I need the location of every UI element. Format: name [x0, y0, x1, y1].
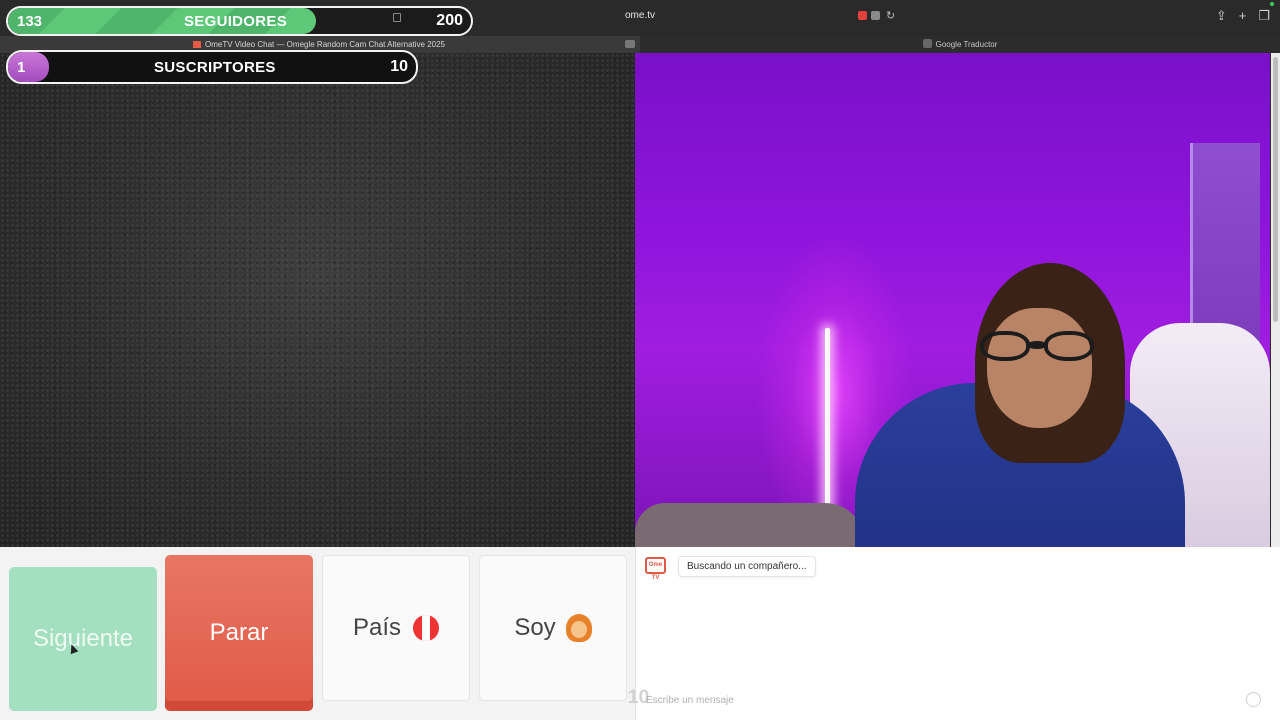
chat-controls: Siguiente Parar País Soy [0, 547, 635, 720]
emoji-face [570, 621, 587, 638]
stop-button[interactable]: Parar [165, 555, 313, 711]
glasses [980, 331, 1098, 361]
address-bar[interactable]: ome.tv [560, 10, 720, 21]
gender-button[interactable]: Soy [479, 555, 627, 701]
smile-icon[interactable] [1246, 692, 1261, 707]
status-message: Buscando un compañero... [678, 556, 816, 577]
message-input[interactable] [646, 691, 1226, 709]
followers-counter: 133 SEGUIDORES 200 [6, 6, 473, 36]
glasses-lens-right [1044, 331, 1094, 361]
glasses-lens-left [980, 331, 1030, 361]
tab-google-translate-title: Google Traductor [935, 40, 998, 49]
subscribers-current: 1 [17, 58, 26, 76]
stop-button-label: Parar [209, 619, 269, 646]
google-favicon-icon [922, 39, 932, 48]
next-button[interactable]: Siguiente [9, 567, 157, 711]
camera-in-use-icon[interactable] [858, 11, 867, 20]
subscribers-goal: 10 [390, 58, 408, 75]
followers-label: SEGUIDORES [184, 12, 288, 30]
peru-flag-icon [413, 615, 440, 641]
ometv-logo-icon: Ome TV [645, 557, 666, 581]
browser-actions: ⇪ + ❐ [1216, 8, 1270, 24]
subscribers-label: SUSCRIPTORES [154, 58, 276, 76]
couch [635, 503, 865, 547]
gender-button-label: Soy [514, 614, 556, 641]
followers-goal: 200 [436, 12, 463, 29]
next-button-label: Siguiente [32, 625, 134, 652]
reload-icon[interactable]: ↻ [886, 9, 895, 22]
subscribers-progress-fill [8, 52, 49, 82]
scrollbar-thumb[interactable] [1273, 57, 1278, 322]
ometv-favicon-icon [193, 41, 202, 48]
stranger-video [0, 53, 635, 547]
self-video [635, 53, 1270, 547]
small-overlay-icon [393, 13, 401, 22]
person-face [987, 308, 1092, 428]
woman-emoji-icon [565, 614, 592, 642]
subscribers-counter: 1 SUSCRIPTORES 10 [6, 50, 418, 84]
camera-tab-icon [625, 40, 635, 48]
tab-ometv-title: OmeTV Video Chat — Omegle Random Cam Cha… [205, 40, 445, 49]
mic-in-use-icon[interactable] [871, 11, 880, 20]
share-icon[interactable]: ⇪ [1216, 8, 1227, 24]
video-static [0, 53, 635, 547]
tab-google-translate[interactable]: Google Traductor [640, 36, 1280, 53]
page-scrollbar[interactable] [1271, 53, 1280, 547]
recording-indicators [858, 11, 880, 20]
followers-current: 133 [17, 12, 43, 30]
status-dot [1270, 2, 1274, 6]
tab-overview-icon[interactable]: ❐ [1258, 8, 1270, 24]
new-tab-icon[interactable]: + [1239, 8, 1247, 24]
country-button-label: País [352, 614, 402, 641]
chat-panel: Ome TV Buscando un compañero... 10 [628, 547, 1280, 720]
country-button[interactable]: País [322, 555, 470, 701]
